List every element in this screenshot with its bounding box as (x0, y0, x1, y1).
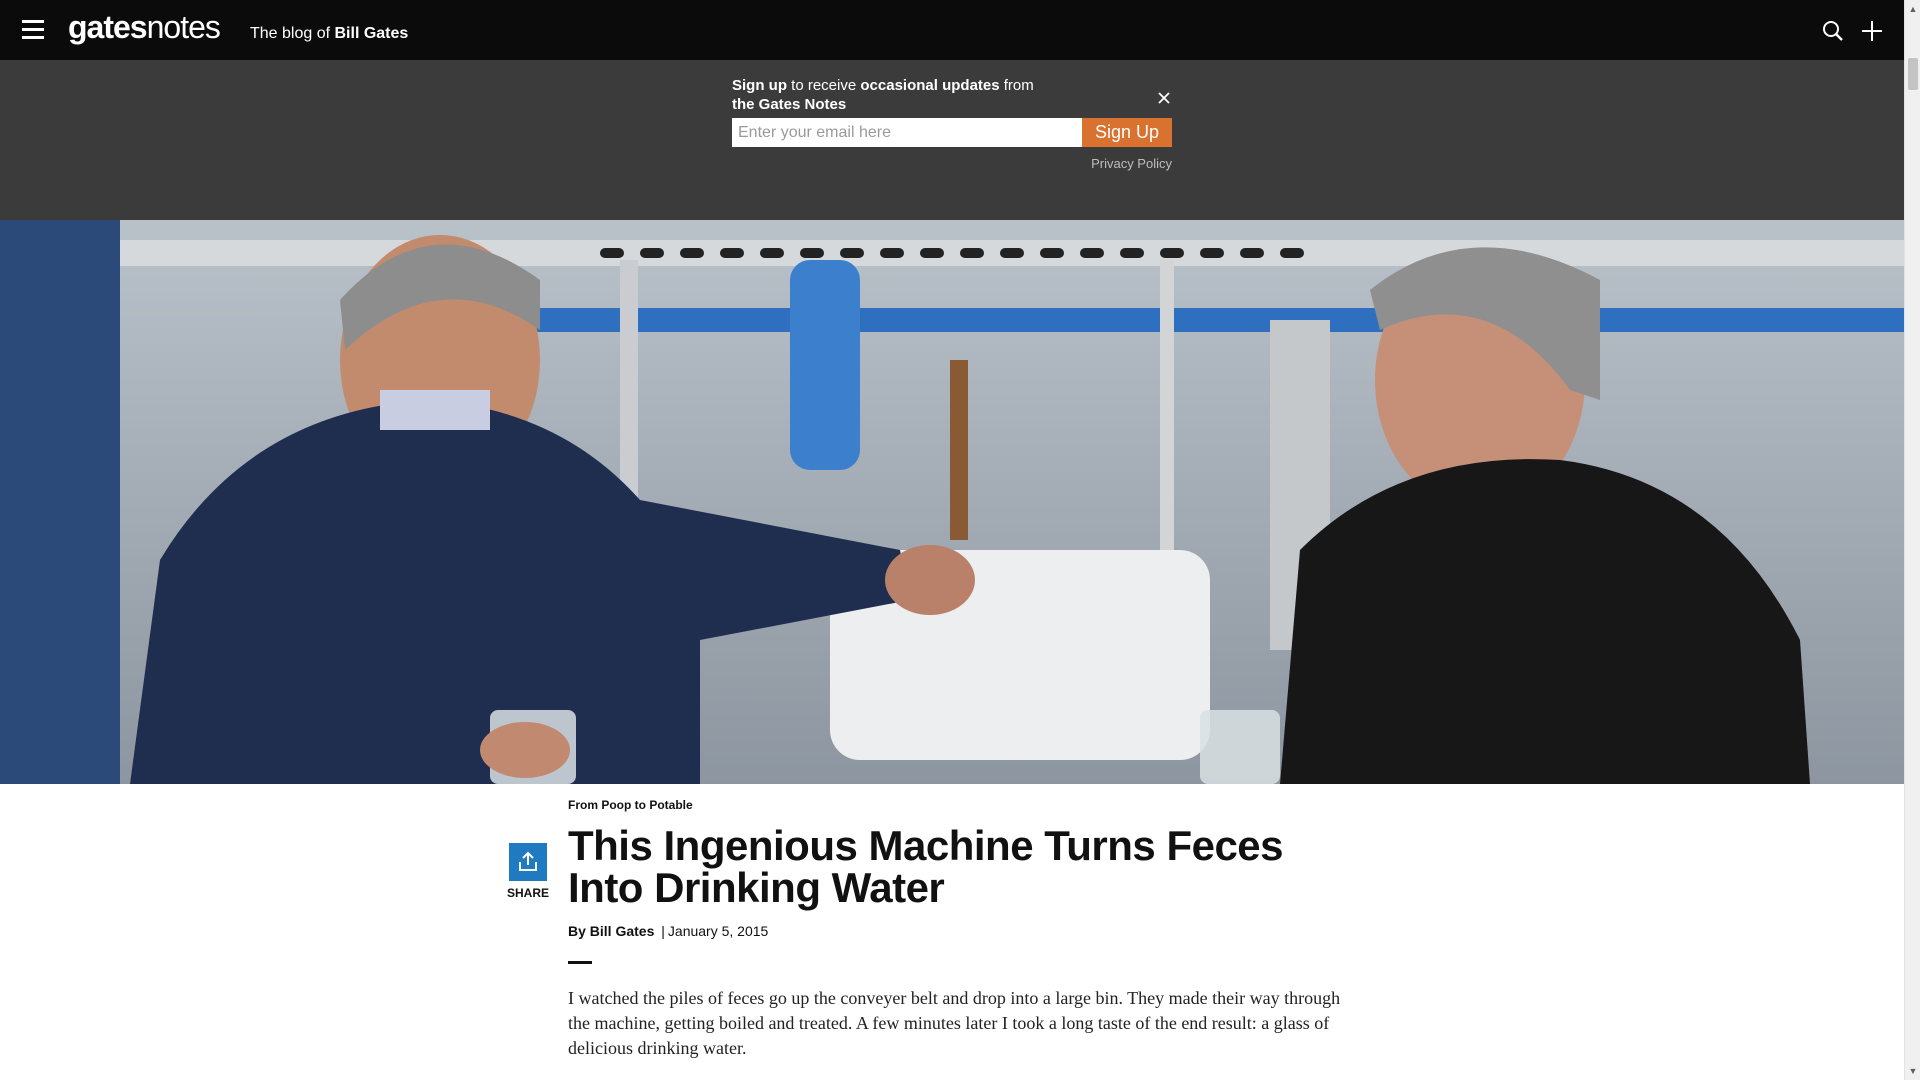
site-logo[interactable]: gatesnotes (68, 9, 221, 46)
search-icon[interactable] (1822, 20, 1844, 42)
close-icon[interactable] (1156, 90, 1172, 106)
logo-light: notes (146, 9, 221, 45)
article: From Poop to Potable This Ingenious Mach… (568, 798, 1348, 1061)
title-rule (568, 961, 592, 964)
tagline-name: Bill Gates (334, 25, 409, 42)
plus-icon[interactable] (1860, 19, 1884, 43)
scroll-down-arrow-icon[interactable]: ▼ (1908, 1066, 1918, 1076)
share-button[interactable]: SHARE (506, 843, 550, 900)
scrollbar-thumb[interactable] (1908, 58, 1918, 90)
menu-icon[interactable] (22, 20, 46, 40)
privacy-policy-link[interactable]: Privacy Policy (732, 156, 1172, 171)
article-kicker: From Poop to Potable (568, 798, 693, 812)
byline-separator: | (661, 923, 665, 939)
share-icon (509, 843, 547, 881)
sign-up-button[interactable]: Sign Up (1082, 118, 1172, 147)
signup-text-b2: occasional updates (860, 77, 1000, 94)
site-tagline: The blog of Bill Gates (250, 25, 408, 43)
article-title: This Ingenious Machine Turns Feces Into … (568, 822, 1284, 911)
byline-author[interactable]: By Bill Gates (568, 923, 654, 939)
newsletter-signup-band: Sign up to receive occasional updates fr… (0, 60, 1904, 220)
article-lead-paragraph: I watched the piles of feces go up the c… (568, 988, 1341, 1058)
signup-text-2: from (999, 77, 1034, 94)
signup-text-b3: the Gates Notes (732, 96, 847, 113)
article-byline: By Bill Gates | January 5, 2015 (568, 923, 1348, 939)
tagline-prefix: The blog of (250, 25, 335, 42)
newsletter-signup: Sign up to receive occasional updates fr… (732, 76, 1172, 171)
scroll-up-arrow-icon[interactable]: ▲ (1908, 4, 1918, 14)
hero-image (0, 220, 1904, 784)
share-label: SHARE (506, 886, 549, 900)
byline-date: January 5, 2015 (667, 923, 769, 939)
signup-text-1: to receive (787, 77, 861, 94)
signup-message: Sign up to receive occasional updates fr… (732, 76, 1062, 114)
signup-form: Sign Up (732, 118, 1172, 147)
page-scrollbar[interactable]: ▲ ▼ (1904, 0, 1920, 1080)
signup-text-b1: Sign up (732, 77, 787, 94)
logo-bold: gates (68, 9, 148, 45)
email-input[interactable] (732, 118, 1082, 147)
top-nav: gatesnotes The blog of Bill Gates (0, 0, 1904, 60)
